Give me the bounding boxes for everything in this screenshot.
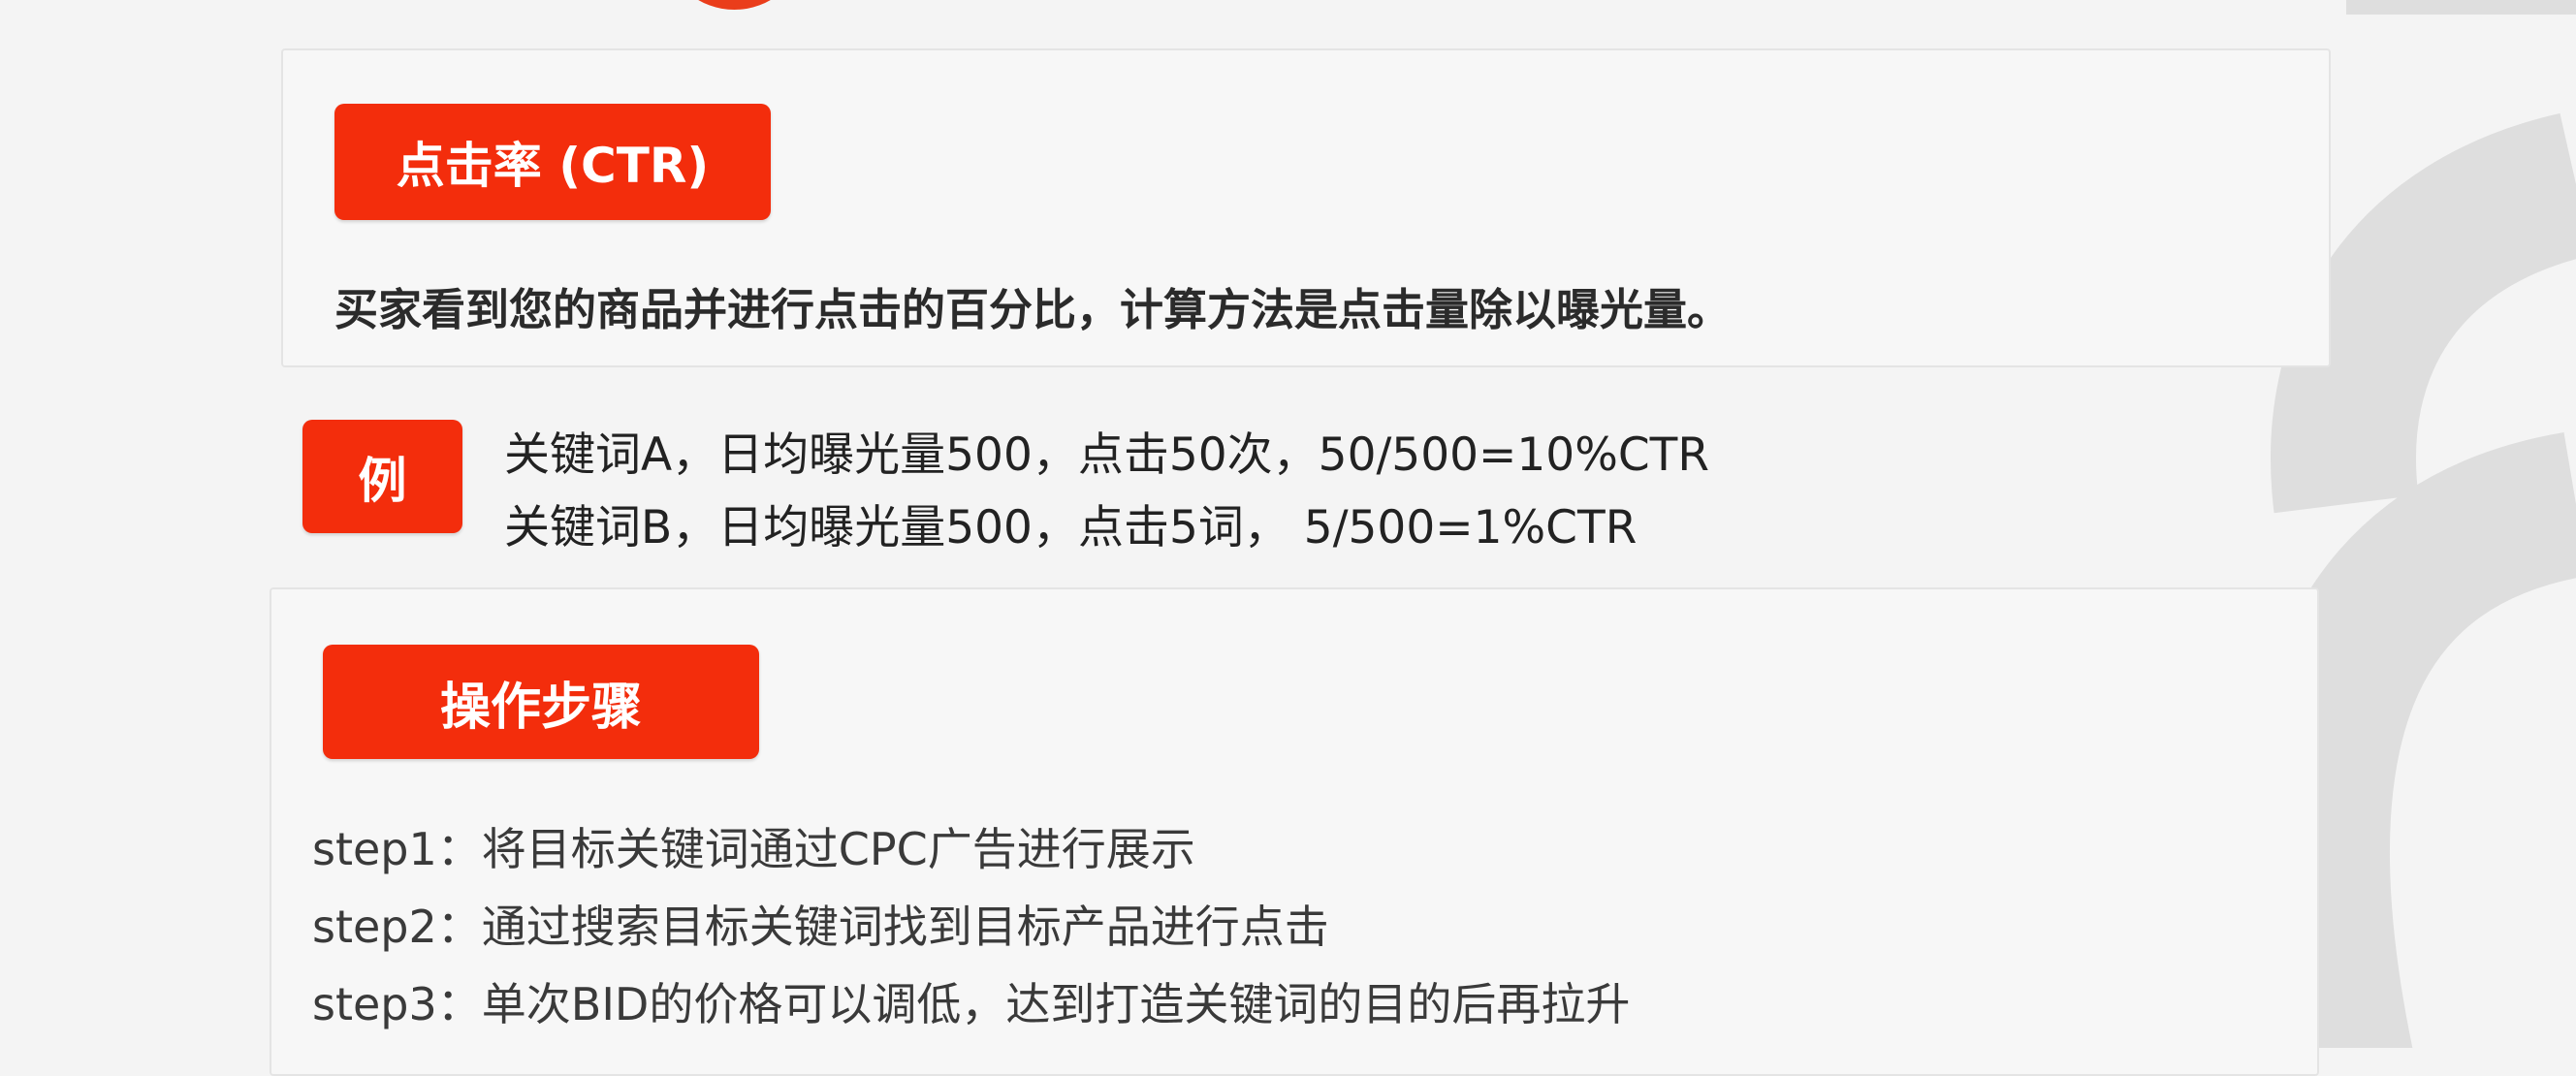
watermark-stroke-lower bbox=[2243, 432, 2576, 1048]
example-line-a: 关键词A，日均曝光量500，点击50次，50/500=10%CTR bbox=[504, 428, 1710, 482]
ctr-definition-text: 买家看到您的商品并进行点击的百分比，计算方法是点击量除以曝光量。 bbox=[334, 284, 1732, 335]
steps-label: 操作步骤 bbox=[323, 645, 759, 759]
example-label: 例 bbox=[302, 420, 462, 533]
example-line-b: 关键词B，日均曝光量500，点击5词， 5/500=1%CTR bbox=[504, 501, 1638, 554]
example-label-text: 例 bbox=[358, 452, 407, 509]
steps-label-text: 操作步骤 bbox=[439, 678, 642, 737]
ctr-label-text: 点击率 (CTR) bbox=[396, 138, 710, 194]
step-item-2: step2：通过搜索目标关键词找到目标产品进行点击 bbox=[312, 901, 1329, 953]
ctr-label: 点击率 (CTR) bbox=[334, 104, 771, 220]
step-item-1: step1：将目标关键词通过CPC广告进行展示 bbox=[312, 823, 1195, 875]
step-item-3: step3：单次BID的价格可以调低，达到打造关键词的目的后再拉升 bbox=[312, 978, 1631, 1030]
